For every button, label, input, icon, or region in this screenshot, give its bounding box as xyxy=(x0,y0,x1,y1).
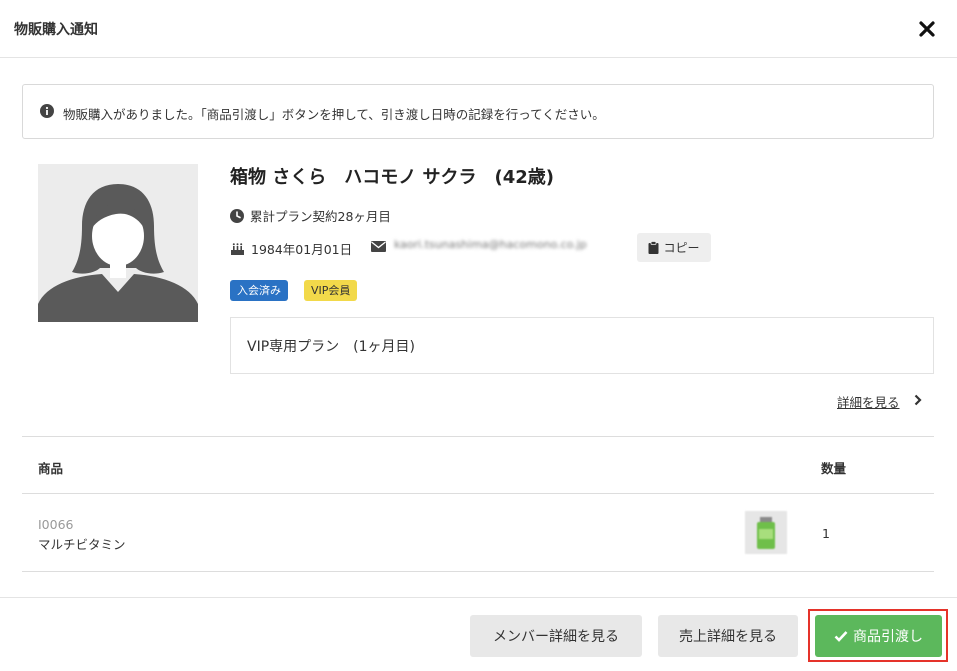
birthday-text: 1984年01月01日 xyxy=(251,242,353,257)
clipboard-icon xyxy=(648,241,659,254)
modal-header: 物販購入通知 xyxy=(0,0,957,58)
clock-icon xyxy=(230,209,244,223)
birthday-row: 1984年01月01日 xyxy=(230,239,352,258)
plan-box: VIP専用プラン (1ヶ月目) xyxy=(230,317,934,374)
bottle-icon xyxy=(745,511,787,554)
vip-badge: VIP会員 xyxy=(304,280,358,301)
close-icon[interactable] xyxy=(916,18,938,40)
email-text: kaori.tsunashima@hacomono.co.jp xyxy=(394,238,587,251)
sales-detail-button[interactable]: 売上詳細を見る xyxy=(658,615,798,657)
detail-link[interactable]: 詳細を見る xyxy=(837,392,900,411)
product-table: 商品 数量 I0066 マルチビタミン 1 xyxy=(22,436,934,572)
plan-text: VIP専用プラン (1ヶ月目) xyxy=(247,339,415,355)
copy-button[interactable]: コピー xyxy=(637,233,711,262)
product-name: マルチビタミン xyxy=(38,537,126,552)
product-thumbnail xyxy=(745,511,787,554)
contract-row: 累計プラン契約28ヶ月目 xyxy=(230,206,391,225)
notice-box: 物販購入がありました。「商品引渡し」ボタンを押して、引き渡し日時の記録を行ってく… xyxy=(22,84,934,139)
deliver-label: 商品引渡し xyxy=(853,629,923,645)
footer-divider xyxy=(0,597,957,598)
product-quantity: 1 xyxy=(822,526,830,541)
member-detail-button[interactable]: メンバー詳細を見る xyxy=(470,615,642,657)
person-silhouette-icon xyxy=(38,164,198,322)
member-name: 箱物 さくら ハコモノ サクラ (42歳) xyxy=(230,167,555,188)
status-badge: 入会済み xyxy=(230,280,288,301)
avatar xyxy=(38,164,198,322)
cake-icon xyxy=(231,243,244,255)
check-icon xyxy=(834,631,848,642)
mail-icon xyxy=(371,241,386,252)
deliver-button[interactable]: 商品引渡し xyxy=(815,615,942,657)
product-column-header: 商品 xyxy=(38,461,64,476)
table-divider xyxy=(22,493,934,494)
notice-text: 物販購入がありました。「商品引渡し」ボタンを押して、引き渡し日時の記録を行ってく… xyxy=(63,107,605,122)
info-icon xyxy=(40,104,54,118)
chevron-right-icon[interactable] xyxy=(913,394,923,406)
contract-text: 累計プラン契約28ヶ月目 xyxy=(250,209,391,224)
modal-title: 物販購入通知 xyxy=(14,22,98,38)
copy-label: コピー xyxy=(663,241,700,255)
quantity-column-header: 数量 xyxy=(821,461,847,476)
product-code: I0066 xyxy=(38,517,74,532)
